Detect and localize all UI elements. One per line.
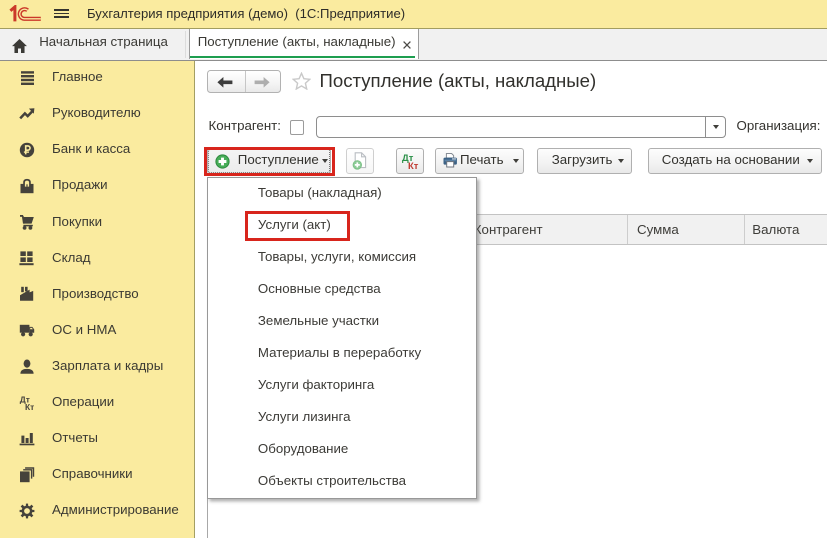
svg-text:Кт: Кт [25,402,34,411]
